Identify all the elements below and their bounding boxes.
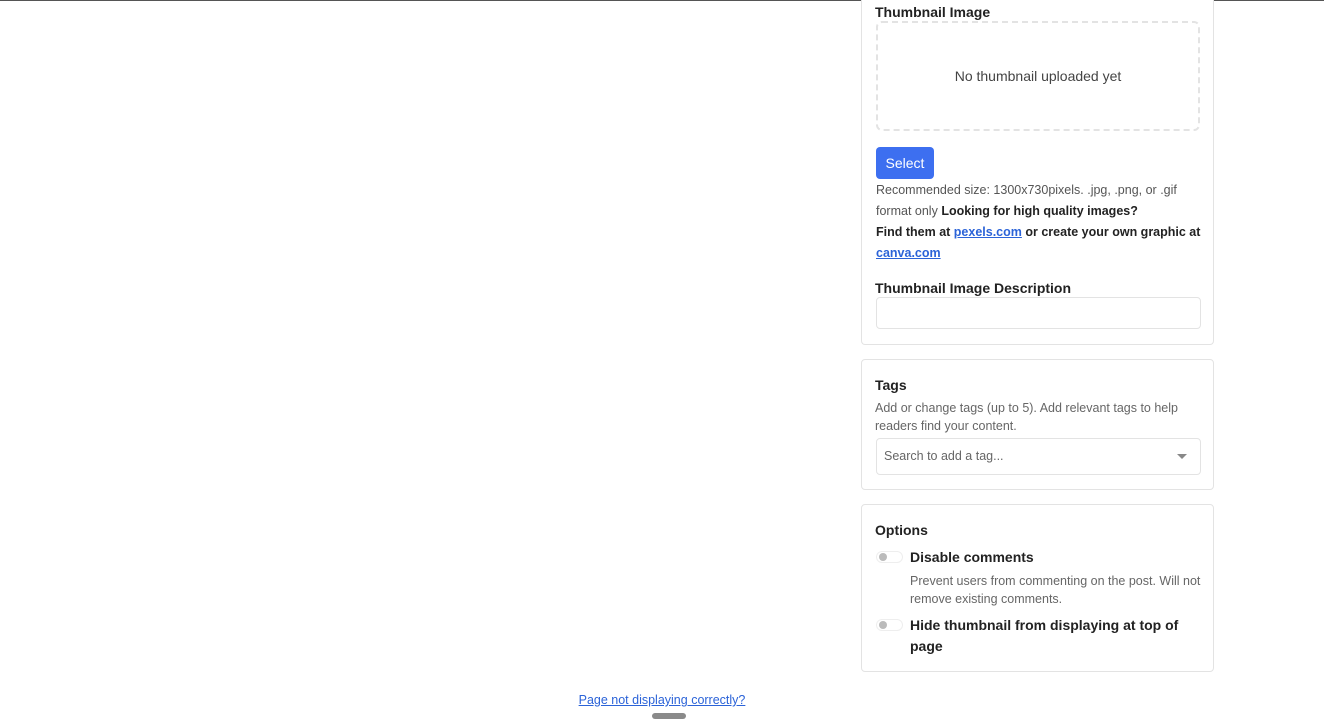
- toggle-knob: [879, 553, 887, 561]
- thumbnail-description-heading: Thumbnail Image Description: [875, 280, 1072, 296]
- thumbnail-heading: Thumbnail Image: [875, 4, 991, 20]
- find-middle: or create your own graphic at: [1025, 225, 1201, 239]
- chevron-down-icon: [1177, 454, 1187, 459]
- hide-thumbnail-label: Hide thumbnail from displaying at top of…: [910, 617, 1179, 654]
- tags-description: Add or change tags (up to 5). Add releva…: [875, 401, 1178, 433]
- scroll-handle[interactable]: [652, 713, 686, 719]
- high-quality-prompt: Looking for high quality images?: [941, 204, 1138, 218]
- tag-search-placeholder: Search to add a tag...: [884, 449, 1004, 463]
- canva-link[interactable]: canva.com: [876, 246, 941, 260]
- thumbnail-help-text: Recommended size: 1300x730pixels. .jpg, …: [876, 180, 1208, 264]
- toggle-knob: [879, 621, 887, 629]
- disable-comments-description: Prevent users from commenting on the pos…: [910, 574, 1201, 606]
- tags-card: Tags Add or change tags (up to 5). Add r…: [861, 359, 1214, 490]
- options-card: Options Disable comments Prevent users f…: [861, 504, 1214, 672]
- thumbnail-placeholder-text: No thumbnail uploaded yet: [954, 68, 1122, 84]
- pexels-link[interactable]: pexels.com: [954, 225, 1022, 239]
- find-prefix: Find them at: [876, 225, 951, 239]
- thumbnail-description-input[interactable]: [876, 297, 1201, 329]
- thumbnail-card: Thumbnail Image No thumbnail uploaded ye…: [861, 0, 1214, 345]
- options-heading: Options: [875, 522, 928, 538]
- hide-thumbnail-toggle[interactable]: [876, 619, 903, 631]
- thumbnail-dropzone[interactable]: No thumbnail uploaded yet: [876, 21, 1200, 131]
- select-thumbnail-button[interactable]: Select: [876, 147, 934, 179]
- page-not-displaying-link[interactable]: Page not displaying correctly?: [0, 693, 1324, 707]
- disable-comments-label: Disable comments: [910, 549, 1034, 565]
- disable-comments-toggle[interactable]: [876, 551, 903, 563]
- tags-heading: Tags: [875, 377, 907, 393]
- tag-search-select[interactable]: Search to add a tag...: [876, 438, 1201, 475]
